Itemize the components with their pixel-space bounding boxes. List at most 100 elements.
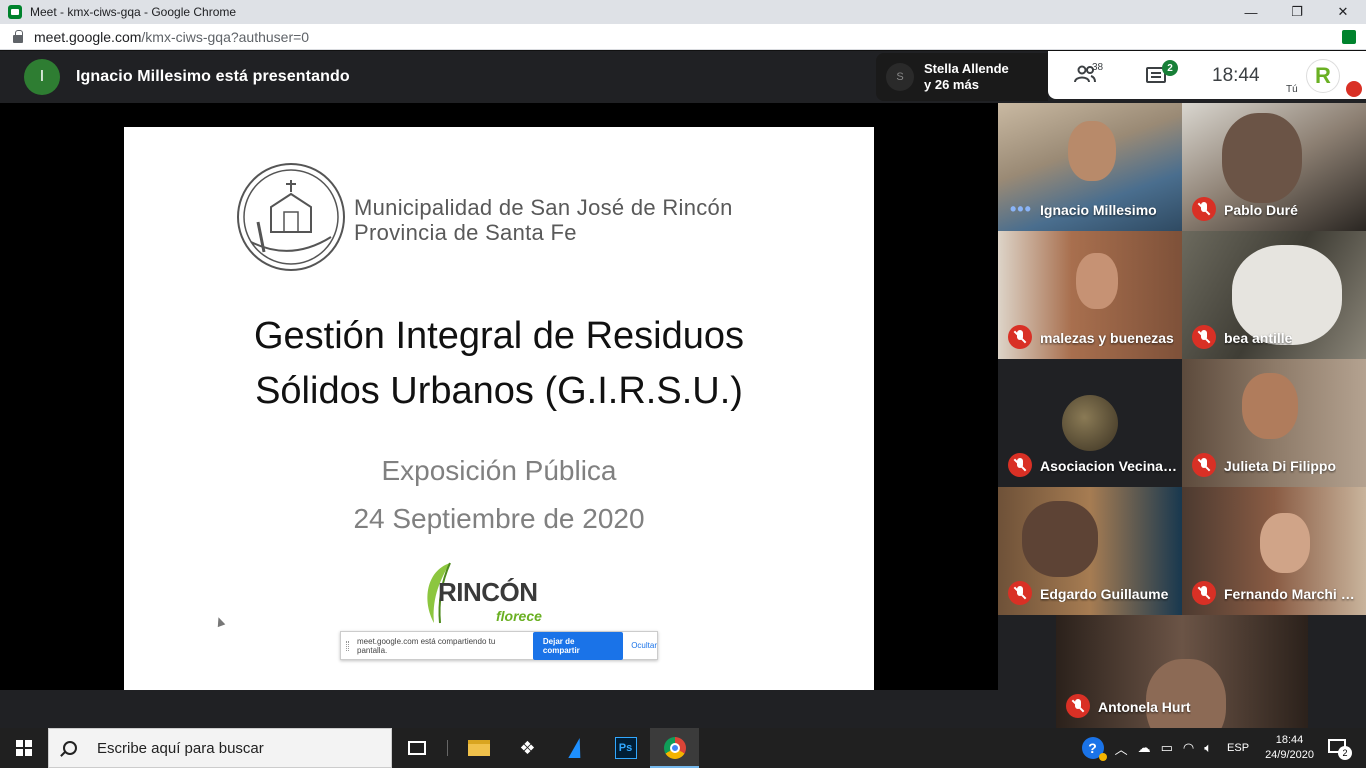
participant-video <box>1022 501 1098 577</box>
chrome-icon <box>663 737 686 759</box>
participant-avatar <box>1062 395 1118 451</box>
photoshop-icon: Ps <box>614 737 637 759</box>
participant-tile[interactable]: ••• Ignacio Millesimo <box>998 103 1182 231</box>
taskbar-search[interactable]: Escribe aquí para buscar <box>48 728 392 768</box>
task-view-button[interactable] <box>392 728 441 768</box>
bolt-icon <box>567 738 586 758</box>
screen-share-banner: meet.google.com está compartiendo tu pan… <box>340 631 658 660</box>
muted-mic-icon <box>1192 453 1216 477</box>
presenter-bar: I Ignacio Millesimo está presentando <box>0 51 998 103</box>
address-bar[interactable]: meet.google.com/kmx-ciws-gqa?authuser=0 <box>0 24 1366 50</box>
meeting-top-controls: 38 2 18:44 Tú R <box>1048 51 1366 99</box>
file-explorer-button[interactable] <box>454 728 503 768</box>
cloud-icon[interactable]: ☁ <box>1138 740 1151 756</box>
chevron-up-icon[interactable]: ︿ <box>1115 739 1128 758</box>
self-avatar[interactable]: R <box>1306 59 1340 93</box>
participant-video <box>1146 659 1226 728</box>
drag-grip-icon[interactable] <box>346 640 349 651</box>
muted-mic-icon <box>1192 197 1216 221</box>
municipal-seal-icon <box>237 163 345 271</box>
help-icon[interactable]: ? <box>1081 737 1107 761</box>
volume-icon[interactable]: 🔈︎ <box>1204 740 1212 756</box>
taskbar-separator <box>447 740 448 756</box>
task-view-icon <box>407 741 426 755</box>
meet-extension-icon[interactable] <box>1342 30 1356 44</box>
app-bolt-button[interactable] <box>552 728 601 768</box>
url-host: meet.google.com <box>34 28 142 45</box>
muted-mic-icon <box>1192 325 1216 349</box>
rincon-logo-tagline: florece <box>496 608 542 624</box>
muted-mic-icon <box>1008 453 1032 477</box>
notification-center-button[interactable]: 2 <box>1328 737 1354 760</box>
start-button[interactable] <box>0 728 48 768</box>
participant-video <box>1076 253 1118 309</box>
participant-name: Antonela Hurt <box>1098 699 1191 715</box>
system-tray: ? ︿ ☁ ▭ ◠ 🔈︎ ESP 18:44 24/9/2020 2 <box>1081 728 1366 768</box>
wifi-icon[interactable]: ◠ <box>1183 740 1194 756</box>
search-icon <box>63 741 77 755</box>
self-muted-icon <box>1346 81 1362 97</box>
people-chip-avatar: S <box>886 63 914 91</box>
taskbar-date: 24/9/2020 <box>1265 749 1314 761</box>
lock-icon[interactable] <box>13 29 23 43</box>
presenter-avatar: I <box>24 59 60 95</box>
participant-count: 38 <box>1092 62 1104 73</box>
close-button[interactable]: ✕ <box>1320 0 1366 24</box>
language-indicator[interactable]: ESP <box>1227 742 1249 754</box>
participant-name: Julieta Di Filippo <box>1224 458 1337 474</box>
participant-tile[interactable]: Asociacion Vecinal C... <box>998 359 1182 487</box>
people-chip-line1: Stella Allende <box>924 61 1009 76</box>
participant-tile[interactable]: Edgardo Guillaume <box>998 487 1182 615</box>
chat-badge: 2 <box>1162 60 1178 76</box>
windows-logo-icon <box>16 740 32 756</box>
participant-name: Pablo Duré <box>1224 202 1298 218</box>
participant-name: Fernando Marchi Sc... <box>1224 586 1362 602</box>
participant-video <box>1260 513 1310 573</box>
you-label: Tú <box>1286 84 1298 95</box>
url-text[interactable]: meet.google.com/kmx-ciws-gqa?authuser=0 <box>34 29 309 45</box>
muted-mic-icon <box>1008 581 1032 605</box>
participant-video <box>1222 113 1302 203</box>
participant-tile[interactable]: Pablo Duré <box>1182 103 1366 231</box>
slide-subtitle-line1: Exposición Pública <box>381 455 617 486</box>
participants-button[interactable]: 38 <box>1074 62 1103 88</box>
participant-tile[interactable]: Julieta Di Filippo <box>1182 359 1366 487</box>
taskbar-clock[interactable]: 18:44 24/9/2020 <box>1265 733 1314 763</box>
muted-mic-icon <box>1192 581 1216 605</box>
municipality-name: Municipalidad de San José de Rincón <box>354 195 733 220</box>
mouse-cursor-icon <box>214 615 226 628</box>
meet-favicon-icon <box>8 5 22 19</box>
participant-video <box>1068 121 1116 181</box>
meeting-clock: 18:44 <box>1212 65 1260 86</box>
notification-count: 2 <box>1338 746 1352 760</box>
speaking-indicator-icon: ••• <box>1010 199 1032 219</box>
presentation-stage: Municipalidad de San José de Rincón Prov… <box>0 103 998 690</box>
taskbar-time: 18:44 <box>1275 734 1304 746</box>
photoshop-button[interactable]: Ps <box>601 728 650 768</box>
muted-mic-icon <box>1008 325 1032 349</box>
participant-tile[interactable]: malezas y buenezas <box>998 231 1182 359</box>
window-title: Meet - kmx-ciws-gqa - Google Chrome <box>30 5 237 19</box>
slide-title-line2: Sólidos Urbanos (G.I.R.S.U.) <box>255 370 743 412</box>
participant-tile[interactable]: Fernando Marchi Sc... <box>1182 487 1366 615</box>
participant-name: bea antille <box>1224 330 1293 346</box>
minimize-button[interactable]: — <box>1228 0 1274 24</box>
slide-title-line1: Gestión Integral de Residuos <box>253 315 745 357</box>
chrome-button[interactable] <box>650 728 699 768</box>
hide-banner-link[interactable]: Ocultar <box>631 641 657 650</box>
dropbox-button[interactable]: ❖ <box>503 728 552 768</box>
stop-sharing-button[interactable]: Dejar de compartir <box>532 631 624 660</box>
url-path: /kmx-ciws-gqa?authuser=0 <box>141 28 310 45</box>
share-message: meet.google.com está compartiendo tu pan… <box>357 636 496 655</box>
presenter-text: Ignacio Millesimo está presentando <box>76 68 350 85</box>
people-chip-line2: y 26 más <box>924 77 979 92</box>
shared-slide: Municipalidad de San José de Rincón Prov… <box>124 127 874 690</box>
restore-button[interactable]: ❐ <box>1274 0 1320 24</box>
people-chip-names: Stella Allende y 26 más <box>924 61 1009 93</box>
people-chip[interactable]: S Stella Allende y 26 más <box>876 53 1048 101</box>
participant-tile[interactable]: bea antille <box>1182 231 1366 359</box>
battery-icon[interactable]: ▭ <box>1161 740 1173 756</box>
participant-tile[interactable]: Antonela Hurt <box>1056 615 1308 728</box>
slide-subtitle-line2: 24 Septiembre de 2020 <box>353 503 645 534</box>
dropbox-icon: ❖ <box>519 737 536 758</box>
